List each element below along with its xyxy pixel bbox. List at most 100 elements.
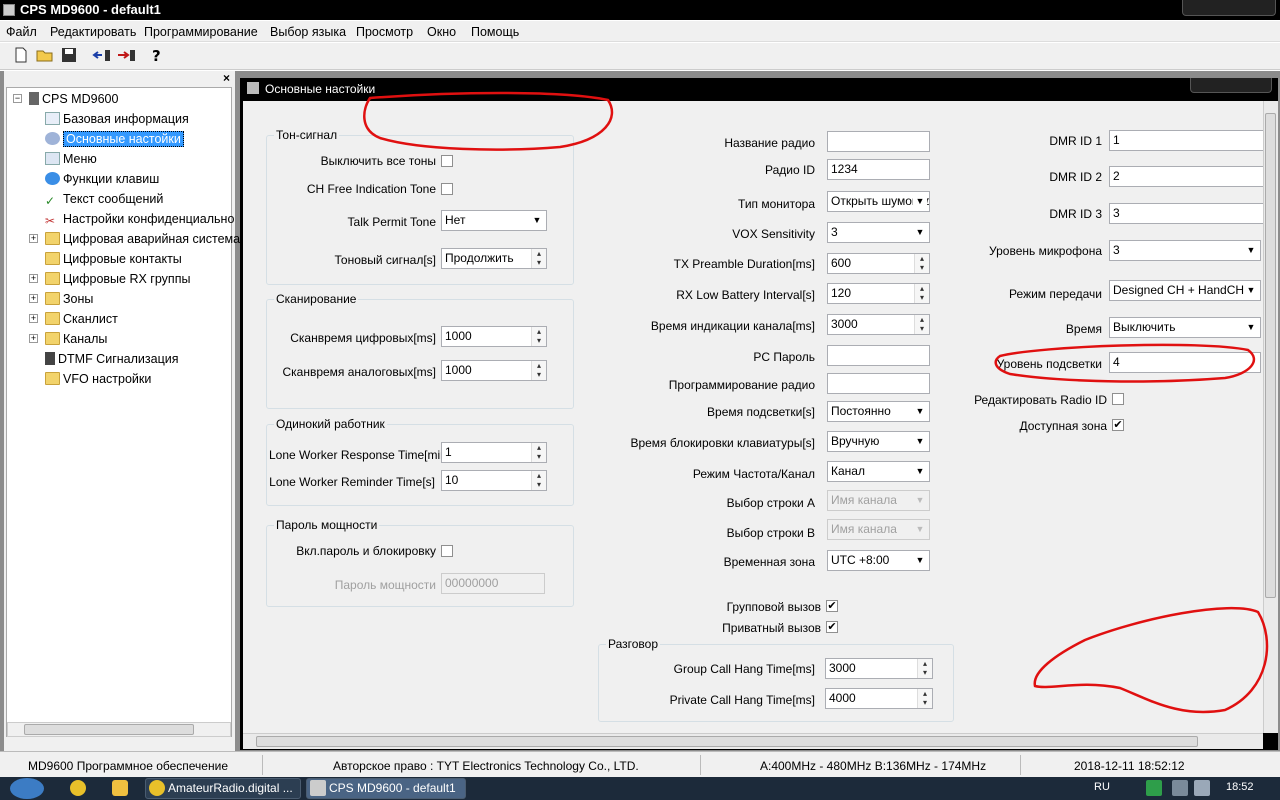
expand-icon[interactable]: + bbox=[29, 334, 38, 343]
tree-item-scanlist[interactable]: Сканлист bbox=[45, 310, 118, 328]
lone-worker-response-spinner[interactable]: 1 bbox=[441, 442, 547, 463]
language-indicator[interactable]: RU bbox=[1094, 781, 1110, 793]
start-button[interactable] bbox=[10, 778, 44, 799]
talk-permit-tone-select[interactable]: Нет bbox=[441, 210, 547, 231]
tree-item-channels[interactable]: Каналы bbox=[45, 330, 107, 348]
available-zone-checkbox[interactable]: ✔ bbox=[1112, 419, 1124, 431]
tree-item-general-settings[interactable]: Основные настойки bbox=[45, 130, 184, 148]
read-from-radio-icon[interactable] bbox=[92, 47, 110, 65]
menu-edit[interactable]: Редактировать bbox=[50, 25, 136, 39]
menu-file[interactable]: Файл bbox=[6, 25, 37, 39]
mic-level-select[interactable]: 3 bbox=[1109, 240, 1261, 261]
menu-language[interactable]: Выбор языка bbox=[270, 25, 346, 39]
chrome-icon[interactable] bbox=[70, 780, 86, 796]
child-window-controls[interactable] bbox=[1190, 78, 1272, 93]
write-to-radio-icon[interactable] bbox=[116, 47, 135, 65]
vox-sensitivity-select[interactable]: 3 bbox=[827, 222, 930, 243]
folder-icon bbox=[45, 292, 60, 305]
row-b-select[interactable]: Имя канала bbox=[827, 519, 930, 540]
label: Уровень микрофона bbox=[989, 244, 1102, 258]
tree-item-dtmf[interactable]: DTMF Сигнализация bbox=[45, 350, 178, 368]
folder-icon[interactable] bbox=[112, 780, 128, 796]
power-password-input[interactable]: 00000000 bbox=[441, 573, 545, 594]
private-hang-time-spinner[interactable]: 4000 bbox=[825, 688, 933, 709]
expand-icon[interactable]: + bbox=[29, 294, 38, 303]
task-browser[interactable]: AmateurRadio.digital ... bbox=[145, 778, 301, 799]
tree-item-privacy[interactable]: ✂ Настройки конфиденциально bbox=[45, 210, 234, 228]
horizontal-scrollbar[interactable] bbox=[243, 733, 1263, 749]
backlight-level-select[interactable]: 4 bbox=[1109, 352, 1261, 373]
radio-id-input[interactable]: 1234 bbox=[827, 159, 930, 180]
label: Пароль мощности bbox=[334, 578, 436, 592]
task-cps[interactable]: CPS MD9600 - default1 bbox=[306, 778, 466, 799]
lone-worker-reminder-spinner[interactable]: 10 bbox=[441, 470, 547, 491]
window-controls[interactable] bbox=[1182, 0, 1276, 16]
private-call-checkbox[interactable]: ✔ bbox=[826, 621, 838, 633]
save-icon[interactable] bbox=[60, 47, 78, 65]
scroll-thumb[interactable] bbox=[256, 736, 1198, 747]
tree-item-zones[interactable]: Зоны bbox=[45, 290, 93, 308]
tree-item-vfo[interactable]: VFO настройки bbox=[45, 370, 151, 388]
expand-icon[interactable]: + bbox=[29, 314, 38, 323]
tree-item-contacts[interactable]: Цифровые контакты bbox=[45, 250, 182, 268]
keypad-lock-select[interactable]: Вручную bbox=[827, 431, 930, 452]
group-call-checkbox[interactable]: ✔ bbox=[826, 600, 838, 612]
analog-scan-time-spinner[interactable]: 1000 bbox=[441, 360, 547, 381]
disable-all-tones-checkbox[interactable] bbox=[441, 155, 453, 167]
scroll-thumb[interactable] bbox=[24, 724, 194, 735]
dmr-id-1-input[interactable]: 1 bbox=[1109, 130, 1263, 151]
dmr-id-2-input[interactable]: 2 bbox=[1109, 166, 1263, 187]
menu-program[interactable]: Программирование bbox=[144, 25, 258, 39]
dmr-id-3-input[interactable]: 3 bbox=[1109, 203, 1263, 224]
tree-root[interactable]: CPS MD9600 bbox=[29, 90, 118, 108]
network-icon[interactable] bbox=[1172, 780, 1188, 796]
label: DMR ID 2 bbox=[1049, 170, 1102, 184]
expand-icon[interactable]: + bbox=[29, 274, 38, 283]
open-folder-icon[interactable] bbox=[36, 47, 54, 65]
tree-item-key-functions[interactable]: Функции клавиш bbox=[45, 170, 159, 188]
menu-help[interactable]: Помощь bbox=[471, 25, 519, 39]
tree-item-menu[interactable]: Меню bbox=[45, 150, 97, 168]
tx-preamble-spinner[interactable]: 600 bbox=[827, 253, 930, 274]
radio-name-input[interactable] bbox=[827, 131, 930, 152]
monitor-type-select[interactable]: Открыть шумоподавитель bbox=[827, 191, 930, 212]
tree-horizontal-scrollbar[interactable] bbox=[7, 722, 231, 737]
scroll-thumb[interactable] bbox=[1265, 113, 1276, 598]
folder-icon bbox=[45, 332, 60, 345]
label: Время индикации канала[ms] bbox=[650, 319, 815, 333]
radio-programming-input[interactable] bbox=[827, 373, 930, 394]
timezone-select[interactable]: UTC +8:00 bbox=[827, 550, 930, 571]
ch-free-tone-checkbox[interactable] bbox=[441, 183, 453, 195]
freq-channel-mode-select[interactable]: Канал bbox=[827, 461, 930, 482]
tree-item-text-messages[interactable]: ✓ Текст сообщений bbox=[45, 190, 163, 208]
rx-low-battery-spinner[interactable]: 120 bbox=[827, 283, 930, 304]
collapse-root-icon[interactable]: − bbox=[13, 94, 22, 103]
power-lock-checkbox[interactable] bbox=[441, 545, 453, 557]
help-icon[interactable]: ? bbox=[148, 47, 166, 65]
volume-icon[interactable] bbox=[1194, 780, 1210, 796]
tray-icon[interactable] bbox=[1146, 780, 1162, 796]
digital-scan-time-spinner[interactable]: 1000 bbox=[441, 326, 547, 347]
tx-mode-select[interactable]: Designed CH + HandCH bbox=[1109, 280, 1261, 301]
backlight-time-select[interactable]: Постоянно bbox=[827, 401, 930, 422]
title-bar: CPS MD9600 - default1 bbox=[0, 0, 1280, 20]
group-hang-time-spinner[interactable]: 3000 bbox=[825, 658, 933, 679]
expand-icon[interactable]: + bbox=[29, 234, 38, 243]
vertical-scrollbar[interactable] bbox=[1263, 101, 1278, 733]
pc-password-input[interactable] bbox=[827, 345, 930, 366]
navigation-panel: × − CPS MD9600 Базовая информация Основн… bbox=[4, 71, 240, 751]
tree-item-rx-groups[interactable]: Цифровые RX группы bbox=[45, 270, 190, 288]
tree-item-emergency[interactable]: Цифровая аварийная система bbox=[45, 230, 240, 248]
tone-signal-spinner[interactable]: Продолжить bbox=[441, 248, 547, 269]
menu-window[interactable]: Окно bbox=[427, 25, 456, 39]
channel-indication-spinner[interactable]: 3000 bbox=[827, 314, 930, 335]
close-panel-icon[interactable]: × bbox=[223, 71, 235, 85]
new-file-icon[interactable] bbox=[12, 47, 30, 65]
label: Программирование радио bbox=[668, 378, 815, 392]
menu-view[interactable]: Просмотр bbox=[356, 25, 413, 39]
label: Group Call Hang Time[ms] bbox=[673, 662, 815, 676]
tree-item-basic-info[interactable]: Базовая информация bbox=[45, 110, 189, 128]
row-a-select[interactable]: Имя канала bbox=[827, 490, 930, 511]
time-select[interactable]: Выключить bbox=[1109, 317, 1261, 338]
edit-radio-id-checkbox[interactable] bbox=[1112, 393, 1124, 405]
